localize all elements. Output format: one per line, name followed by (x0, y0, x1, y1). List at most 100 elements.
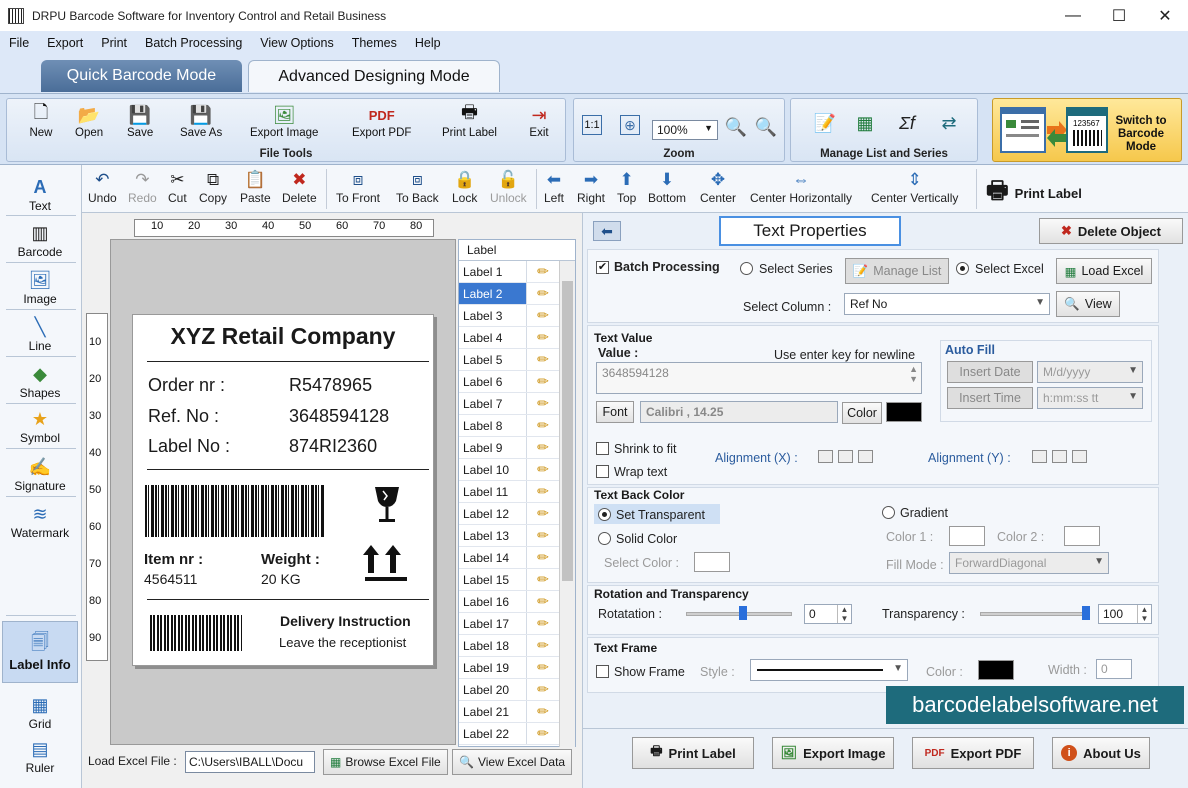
delete-button[interactable]: ✖ Delete (282, 169, 317, 205)
label-no-value[interactable]: 874RI2360 (289, 436, 377, 457)
grid-tool[interactable]: ▦ Grid (2, 693, 78, 732)
undo-button[interactable]: ↶ Undo (88, 169, 117, 205)
delete-object-button[interactable]: ✖ Delete Object (1039, 218, 1183, 244)
font-button[interactable]: Font (596, 401, 634, 423)
label-list-item[interactable]: Label 7 ✏ (459, 393, 575, 415)
edit-pencil-icon[interactable]: ✏ (527, 703, 559, 720)
edit-pencil-icon[interactable]: ✏ (527, 351, 559, 368)
label-list-scrollbar[interactable] (559, 261, 575, 747)
image-tool[interactable]: 🖼 Image (2, 268, 78, 307)
label-list-item[interactable]: Label 3 ✏ (459, 305, 575, 327)
label-list-item[interactable]: Label 8 ✏ (459, 415, 575, 437)
text-tool[interactable]: A Text (2, 175, 78, 214)
view-excel-data-button[interactable]: 🔍 View Excel Data (452, 749, 573, 775)
center-vertically-button[interactable]: ⇕ Center Vertically (871, 169, 958, 205)
insert-time-button[interactable]: Insert Time (947, 387, 1033, 409)
exit-button[interactable]: ⇥ Exit (527, 103, 551, 140)
date-format-dropdown[interactable]: M/d/yyyy ▼ (1037, 361, 1143, 383)
item-nr-value[interactable]: 4564511 (144, 571, 197, 587)
shrink-to-fit-checkbox[interactable] (596, 442, 609, 455)
select-series-radio[interactable] (740, 262, 753, 275)
export-pdf-button[interactable]: PDF Export PDF (352, 103, 411, 140)
label-list-item[interactable]: Label 6 ✏ (459, 371, 575, 393)
gradient-radio[interactable] (882, 506, 895, 519)
excel-import-button[interactable]: ▦ (853, 111, 877, 135)
align-y-middle-button[interactable] (1052, 450, 1067, 463)
edit-pencil-icon[interactable]: ✏ (527, 307, 559, 324)
menu-export[interactable]: Export (38, 36, 92, 50)
minimize-button[interactable]: — (1050, 0, 1096, 31)
maximize-button[interactable]: ☐ (1096, 0, 1142, 31)
edit-pencil-icon[interactable]: ✏ (527, 329, 559, 346)
print-label-toolbar-button[interactable]: 🖶 Print Label (986, 173, 1082, 214)
order-nr-key[interactable]: Order nr : (148, 375, 225, 396)
series-button[interactable]: ⇄ (937, 111, 961, 135)
edit-pencil-icon[interactable]: ✏ (527, 263, 559, 280)
close-button[interactable]: ✕ (1142, 0, 1188, 31)
wrap-text-checkbox[interactable] (596, 465, 609, 478)
label-list-item[interactable]: Label 11 ✏ (459, 481, 575, 503)
batch-processing-checkbox[interactable]: ✔ (596, 261, 609, 274)
line-tool[interactable]: ╲ Line (2, 315, 78, 354)
unlock-button[interactable]: 🔓 Unlock (490, 169, 527, 205)
edit-pencil-icon[interactable]: ✏ (527, 681, 559, 698)
menu-view-options[interactable]: View Options (251, 36, 342, 50)
transparency-slider-thumb[interactable] (1082, 606, 1090, 620)
edit-pencil-icon[interactable]: ✏ (527, 395, 559, 412)
ruler-tool[interactable]: ▤ Ruler (2, 737, 78, 776)
label-list-item[interactable]: Label 12 ✏ (459, 503, 575, 525)
label-list-item[interactable]: Label 1 ✏ (459, 261, 575, 283)
save-button[interactable]: 💾 Save (127, 103, 153, 140)
edit-pencil-icon[interactable]: ✏ (527, 725, 559, 742)
edit-pencil-icon[interactable]: ✏ (527, 505, 559, 522)
weight-key[interactable]: Weight : (261, 551, 320, 568)
menu-print[interactable]: Print (92, 36, 136, 50)
watermark-tool[interactable]: ≋ Watermark (2, 502, 78, 541)
zoom-select[interactable]: 100% ▼ (652, 120, 718, 140)
edit-pencil-icon[interactable]: ✏ (527, 659, 559, 676)
weight-value[interactable]: 20 KG (261, 571, 301, 587)
label-list-item[interactable]: Label 22 ✏ (459, 723, 575, 745)
edit-pencil-icon[interactable]: ✏ (527, 593, 559, 610)
align-bottom-button[interactable]: ⬇ Bottom (648, 169, 686, 205)
label-list-item[interactable]: Label 17 ✏ (459, 613, 575, 635)
paste-button[interactable]: 📋 Paste (240, 169, 271, 205)
frame-color-swatch[interactable] (978, 660, 1014, 680)
label-list-item[interactable]: Label 5 ✏ (459, 349, 575, 371)
print-label-button[interactable]: 🖶 Print Label (632, 737, 754, 769)
signature-tool[interactable]: ✍ Signature (2, 455, 78, 494)
align-x-right-button[interactable] (858, 450, 873, 463)
lock-button[interactable]: 🔒 Lock (452, 169, 477, 205)
set-transparent-radio[interactable] (598, 508, 611, 521)
label-list-item[interactable]: Label 4 ✏ (459, 327, 575, 349)
fit-to-window-button[interactable]: ⊕ (620, 115, 640, 135)
text-value-input[interactable]: 3648594128 ▲ ▼ (596, 362, 922, 394)
item-nr-key[interactable]: Item nr : (144, 551, 203, 568)
zoom-in-button[interactable]: 🔍 (724, 115, 748, 139)
label-list-item[interactable]: Label 16 ✏ (459, 591, 575, 613)
align-x-left-button[interactable] (818, 450, 833, 463)
excel-path-field[interactable]: C:\Users\IBALL\Docu (185, 751, 315, 773)
formula-button[interactable]: Σf (895, 111, 919, 135)
edit-pencil-icon[interactable]: ✏ (527, 461, 559, 478)
frame-style-dropdown[interactable]: ▼ (750, 659, 908, 681)
label-preview[interactable]: XYZ Retail Company Order nr : R5478965 R… (132, 314, 434, 666)
select-excel-radio[interactable] (956, 262, 969, 275)
align-x-center-button[interactable] (838, 450, 853, 463)
print-label-ribbon-button[interactable]: 🖶 Print Label (442, 102, 497, 139)
view-button[interactable]: 🔍 View (1056, 291, 1120, 317)
cut-button[interactable]: ✂ Cut (168, 169, 187, 205)
copy-button[interactable]: ⧉ Copy (199, 169, 227, 205)
label-list-item[interactable]: Label 21 ✏ (459, 701, 575, 723)
time-format-dropdown[interactable]: h:mm:ss tt ▼ (1037, 387, 1143, 409)
2d-barcode[interactable] (150, 615, 242, 651)
label-list-item[interactable]: Label 14 ✏ (459, 547, 575, 569)
redo-button[interactable]: ↷ Redo (128, 169, 157, 205)
align-top-button[interactable]: ⬆ Top (617, 169, 636, 205)
color1-swatch[interactable] (949, 526, 985, 546)
scrollbar-thumb[interactable] (562, 281, 573, 581)
tab-quick-barcode-mode[interactable]: Quick Barcode Mode (41, 60, 242, 92)
edit-pencil-icon[interactable]: ✏ (527, 439, 559, 456)
design-canvas[interactable]: XYZ Retail Company Order nr : R5478965 R… (110, 239, 456, 745)
spinner-arrows-icon[interactable]: ▲ ▼ (837, 605, 851, 623)
